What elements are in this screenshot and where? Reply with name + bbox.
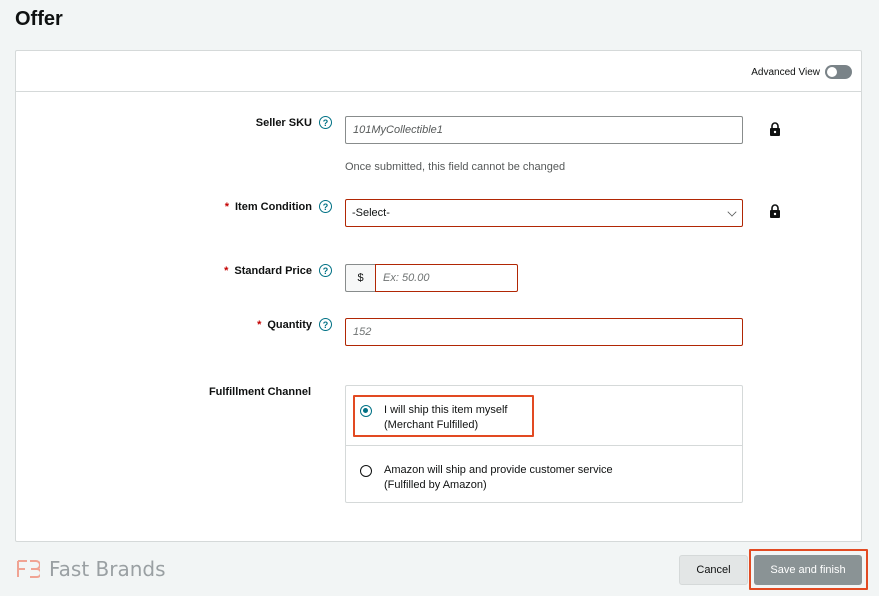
radio-option-merchant-fulfilled[interactable]: I will ship this item myself (Merchant F… (346, 386, 742, 445)
radio-option-line2: (Merchant Fulfilled) (384, 419, 479, 431)
radio-option-line1: Amazon will ship and provide customer se… (384, 464, 613, 476)
lock-icon (770, 122, 780, 136)
item-condition-label-row: * Item Condition ? (170, 200, 332, 213)
help-icon[interactable]: ? (319, 116, 332, 129)
seller-sku-label: Seller SKU (255, 116, 312, 129)
seller-sku-hint: Once submitted, this field cannot be cha… (345, 161, 566, 173)
brand-logo: Fast Brands (17, 557, 166, 581)
standard-price-label-row: * Standard Price ? (170, 264, 332, 277)
required-mark: * (257, 318, 262, 331)
chevron-down-icon (727, 207, 737, 217)
required-mark: * (224, 200, 229, 213)
radio-option-line2: (Fulfilled by Amazon) (384, 479, 487, 491)
advanced-view-control[interactable]: Advanced View (751, 65, 852, 79)
radio-option-text: Amazon will ship and provide customer se… (384, 463, 613, 493)
required-mark: * (224, 264, 229, 277)
standard-price-label: Standard Price (234, 264, 312, 277)
brand-name: Fast Brands (49, 557, 166, 581)
advanced-view-toggle[interactable] (825, 65, 852, 79)
standard-price-input[interactable]: Ex: 50.00 (375, 264, 518, 292)
card-header: Advanced View (16, 51, 861, 92)
fulfillment-channel-label: Fulfillment Channel (208, 386, 311, 398)
help-icon[interactable]: ? (319, 318, 332, 331)
advanced-view-label: Advanced View (751, 66, 820, 78)
fulfillment-label-row: Fulfillment Channel (150, 386, 311, 398)
fast-brands-logo-icon (17, 560, 40, 578)
seller-sku-input[interactable]: 101MyCollectible1 (345, 116, 743, 144)
radio-option-text: I will ship this item myself (Merchant F… (384, 403, 507, 433)
cancel-button[interactable]: Cancel (679, 555, 748, 585)
radio-button-checked[interactable] (360, 405, 372, 417)
seller-sku-label-row: Seller SKU ? (170, 116, 332, 129)
help-icon[interactable]: ? (319, 264, 332, 277)
quantity-label: Quantity (267, 318, 312, 331)
radio-button[interactable] (360, 465, 372, 477)
radio-option-fulfilled-by-amazon[interactable]: Amazon will ship and provide customer se… (346, 445, 742, 504)
radio-option-line1: I will ship this item myself (384, 404, 508, 416)
save-and-finish-button[interactable]: Save and finish (754, 555, 862, 585)
lock-icon (770, 204, 780, 218)
help-icon[interactable]: ? (319, 200, 332, 213)
fulfillment-channel-group: I will ship this item myself (Merchant F… (345, 385, 743, 503)
quantity-label-row: * Quantity ? (170, 318, 332, 331)
item-condition-selected: -Select- (352, 207, 390, 219)
currency-prefix: $ (345, 264, 375, 292)
item-condition-label: Item Condition (235, 200, 312, 213)
quantity-input[interactable]: 152 (345, 318, 743, 346)
page-title: Offer (15, 8, 63, 30)
item-condition-select[interactable]: -Select- (345, 199, 743, 227)
